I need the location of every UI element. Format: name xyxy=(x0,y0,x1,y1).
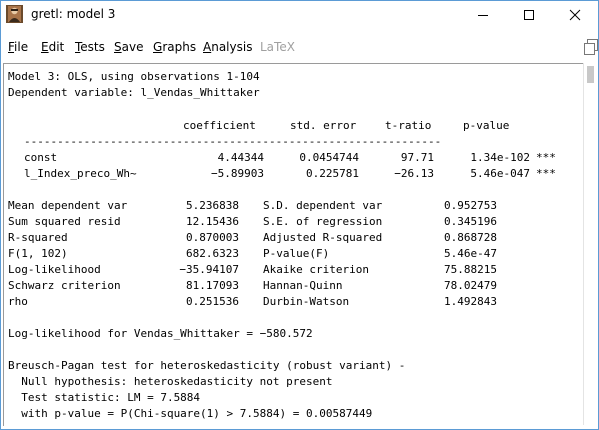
t-ratio-value: −26.13 xyxy=(394,167,434,180)
p-value-value: 1.34e-102 xyxy=(470,151,530,164)
dependent-variable-line: Dependent variable: l_Vendas_Whittaker xyxy=(8,86,260,99)
stat-label: S.D. dependent var xyxy=(263,199,383,212)
gretl-app-icon[interactable] xyxy=(6,5,23,23)
significance-stars: *** xyxy=(536,167,556,180)
stat-value: 78.02479 xyxy=(444,279,497,292)
model-window: gretl: model 3 File Edit Tests Save Grap… xyxy=(0,0,599,430)
menu-tests[interactable]: Tests xyxy=(75,40,105,54)
stat-label: rho xyxy=(8,295,28,308)
stat-label: Adjusted R-squared xyxy=(263,231,383,244)
stat-value: 75.88215 xyxy=(444,263,497,276)
title-bar[interactable]: gretl: model 3 xyxy=(1,1,598,29)
col-std-error: std. error xyxy=(290,119,357,132)
coef-name: const xyxy=(24,151,58,164)
stat-label: Durbin-Watson xyxy=(263,295,350,308)
coef-value: 4.44344 xyxy=(217,151,264,164)
maximize-button[interactable] xyxy=(506,1,552,29)
minimize-button[interactable] xyxy=(460,1,506,29)
col-coefficient: coefficient xyxy=(183,119,256,132)
close-icon xyxy=(569,9,581,21)
stat-value: 12.15436 xyxy=(186,215,239,228)
maximize-icon xyxy=(524,10,534,20)
stat-value: 5.236838 xyxy=(186,199,239,212)
std-error-value: 0.225781 xyxy=(306,167,359,180)
window-title: gretl: model 3 xyxy=(31,7,116,21)
menu-file[interactable]: File xyxy=(8,40,28,54)
stat-label: P-value(F) xyxy=(263,247,330,260)
close-button[interactable] xyxy=(552,1,598,29)
stat-value: 0.870003 xyxy=(186,231,239,244)
loglik-line: Log-likelihood for Vendas_Whittaker = −5… xyxy=(8,327,313,340)
col-p-value: p-value xyxy=(463,119,510,132)
bp-test-statistic: Test statistic: LM = 7.5884 xyxy=(8,391,201,404)
stat-value: 1.492843 xyxy=(444,295,497,308)
stat-label: Akaike criterion xyxy=(263,263,369,276)
significance-stars: *** xyxy=(536,151,556,164)
stat-value: 682.6323 xyxy=(186,247,239,260)
menu-graphs[interactable]: Graphs xyxy=(153,40,196,54)
menu-edit[interactable]: Edit xyxy=(41,40,64,54)
bp-test-title: Breusch-Pagan test for heteroskedasticit… xyxy=(8,359,406,372)
stat-label: R-squared xyxy=(8,231,68,244)
coef-value: −5.89903 xyxy=(211,167,264,180)
table-rule: ----------------------------------------… xyxy=(24,135,442,148)
stat-label: Hannan-Quinn xyxy=(263,279,343,292)
stat-value: 0.868728 xyxy=(444,231,497,244)
stat-value: 0.251536 xyxy=(186,295,239,308)
col-t-ratio: t-ratio xyxy=(385,119,432,132)
model-header: Model 3: OLS, using observations 1-104 xyxy=(8,70,260,83)
stat-label: Schwarz criterion xyxy=(8,279,121,292)
stat-value: −35.94107 xyxy=(179,263,239,276)
stat-label: Mean dependent var xyxy=(8,199,128,212)
p-value-value: 5.46e-047 xyxy=(470,167,530,180)
coef-name: l_Index_preco_Wh~ xyxy=(24,167,137,180)
menu-analysis[interactable]: Analysis xyxy=(203,40,252,54)
std-error-value: 0.0454744 xyxy=(299,151,359,164)
model-output-text[interactable]: Model 3: OLS, using observations 1-104 D… xyxy=(3,63,583,426)
stat-label: Log-likelihood xyxy=(8,263,101,276)
bp-test-null: Null hypothesis: heteroskedasticity not … xyxy=(8,375,333,388)
copy-icon[interactable] xyxy=(584,39,598,55)
stat-label: S.E. of regression xyxy=(263,215,383,228)
stat-label: F(1, 102) xyxy=(8,247,68,260)
menu-bar: File Edit Tests Save Graphs Analysis LaT… xyxy=(1,37,598,59)
menu-save[interactable]: Save xyxy=(114,40,143,54)
stat-value: 0.952753 xyxy=(444,199,497,212)
minimize-icon xyxy=(478,15,488,16)
vertical-scrollbar[interactable] xyxy=(583,63,597,425)
scrollbar-thumb[interactable] xyxy=(587,66,594,83)
t-ratio-value: 97.71 xyxy=(400,151,434,164)
menu-latex: LaTeX xyxy=(260,40,295,54)
stat-value: 81.17093 xyxy=(186,279,239,292)
stat-value: 0.345196 xyxy=(444,215,497,228)
stat-label: Sum squared resid xyxy=(8,215,121,228)
stat-value: 5.46e-47 xyxy=(444,247,497,260)
bp-test-pvalue: with p-value = P(Chi-square(1) > 7.5884)… xyxy=(8,407,373,420)
